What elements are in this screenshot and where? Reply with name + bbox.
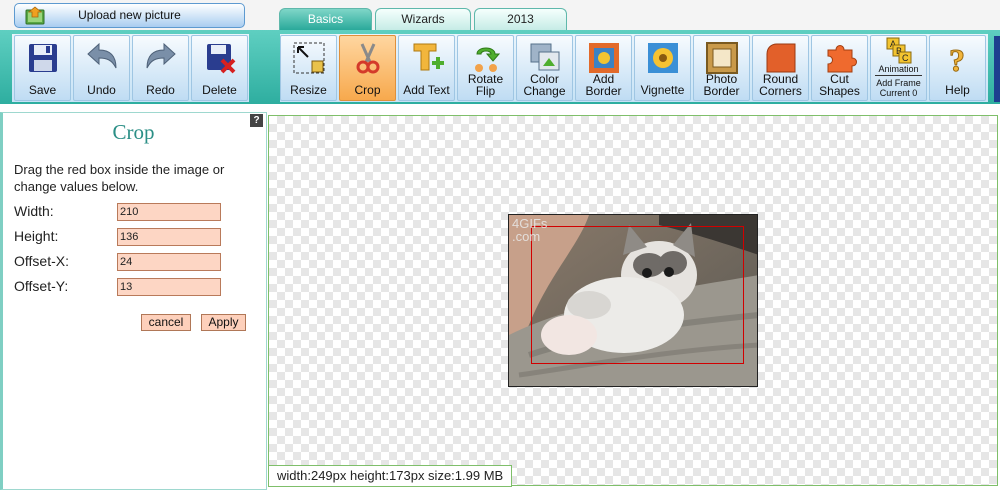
undo-label: Undo — [87, 83, 116, 97]
undo-button[interactable]: Undo — [73, 35, 130, 101]
rotate-flip-label: Rotate Flip — [467, 72, 504, 98]
round-corners-icon — [766, 43, 795, 73]
current-frame-label: Current 0 — [879, 88, 918, 98]
toolbar-right-edge — [994, 36, 1000, 102]
cut-shapes-label: Cut Shapes — [819, 72, 860, 98]
animation-label: Animation — [878, 64, 919, 74]
color-change-label: Color Change — [523, 72, 566, 98]
color-change-icon — [530, 43, 559, 71]
photo-border-button[interactable]: Photo Border — [693, 35, 750, 101]
width-label: Width: — [14, 203, 54, 219]
cancel-button[interactable]: cancel — [141, 314, 191, 331]
offset-x-label: Offset-X: — [14, 253, 69, 269]
add-text-button[interactable]: Add Text — [398, 35, 455, 101]
round-corners-label: Round Corners — [759, 72, 802, 98]
vignette-button[interactable]: Vignette — [634, 35, 691, 101]
save-label: Save — [28, 83, 57, 97]
resize-button[interactable]: Resize — [280, 35, 337, 101]
scissors-icon — [356, 43, 379, 74]
height-label: Height: — [14, 228, 59, 244]
panel-title: Crop — [112, 120, 155, 144]
redo-button[interactable]: Redo — [132, 35, 189, 101]
crop-button[interactable]: Crop — [339, 35, 396, 101]
color-change-button[interactable]: Color Change — [516, 35, 573, 101]
vignette-icon — [647, 43, 678, 73]
cut-shapes-icon — [827, 45, 857, 73]
redo-arrow-icon — [146, 42, 176, 69]
help-label: Help — [945, 83, 970, 97]
animation-frames-icon: A B C — [886, 37, 911, 64]
tab-2013[interactable]: 2013 — [474, 8, 567, 30]
add-border-label: Add Border — [585, 72, 622, 98]
resize-label: Resize — [290, 83, 327, 97]
photo-border-label: Photo Border — [703, 72, 740, 98]
floppy-disk-icon — [28, 44, 57, 72]
offset-x-input[interactable] — [117, 253, 221, 271]
cut-shapes-button[interactable]: Cut Shapes — [811, 35, 868, 101]
panel-description: Drag the red box inside the image or cha… — [14, 162, 225, 194]
save-button[interactable]: Save — [14, 35, 71, 101]
width-input[interactable] — [117, 203, 221, 221]
apply-button[interactable]: Apply — [201, 314, 246, 331]
add-frame-label: Add Frame — [876, 78, 921, 88]
offset-y-label: Offset-Y: — [14, 278, 69, 294]
help-button[interactable]: ? Help — [929, 35, 986, 101]
rotate-flip-button[interactable]: Rotate Flip — [457, 35, 514, 101]
add-text-icon — [413, 43, 444, 71]
upload-picture-button[interactable]: Upload new picture — [14, 3, 245, 28]
add-border-icon — [588, 43, 619, 73]
delete-button[interactable]: Delete — [191, 35, 248, 101]
photo-watermark: 4GIFs .com — [512, 216, 548, 244]
image-info-status: width:249px height:173px size:1.99 MB — [268, 465, 513, 487]
photo-border-icon — [705, 42, 738, 74]
tab-wizards[interactable]: Wizards — [375, 8, 471, 30]
redo-label: Redo — [146, 83, 175, 97]
delete-label: Delete — [202, 83, 237, 97]
svg-text:C: C — [902, 53, 909, 63]
undo-arrow-icon — [86, 42, 116, 69]
tab-basics[interactable]: Basics — [279, 8, 372, 30]
round-corners-button[interactable]: Round Corners — [752, 35, 809, 101]
animation-divider — [875, 75, 922, 76]
offset-y-input[interactable] — [117, 278, 221, 296]
animation-add-frame-button[interactable]: A B C Animation Add Frame Current 0 — [870, 35, 927, 101]
crop-selection-box[interactable] — [531, 226, 744, 364]
rotate-flip-icon — [474, 47, 500, 72]
crop-label: Crop — [354, 83, 381, 97]
vignette-label: Vignette — [640, 83, 685, 97]
svg-text:?: ? — [949, 42, 965, 76]
upload-picture-label: Upload new picture — [78, 8, 181, 22]
delete-icon — [206, 44, 235, 74]
help-icon: ? — [948, 42, 965, 77]
add-border-button[interactable]: Add Border — [575, 35, 632, 101]
resize-icon — [293, 42, 324, 74]
add-text-label: Add Text — [403, 83, 450, 97]
height-input[interactable] — [117, 228, 221, 246]
